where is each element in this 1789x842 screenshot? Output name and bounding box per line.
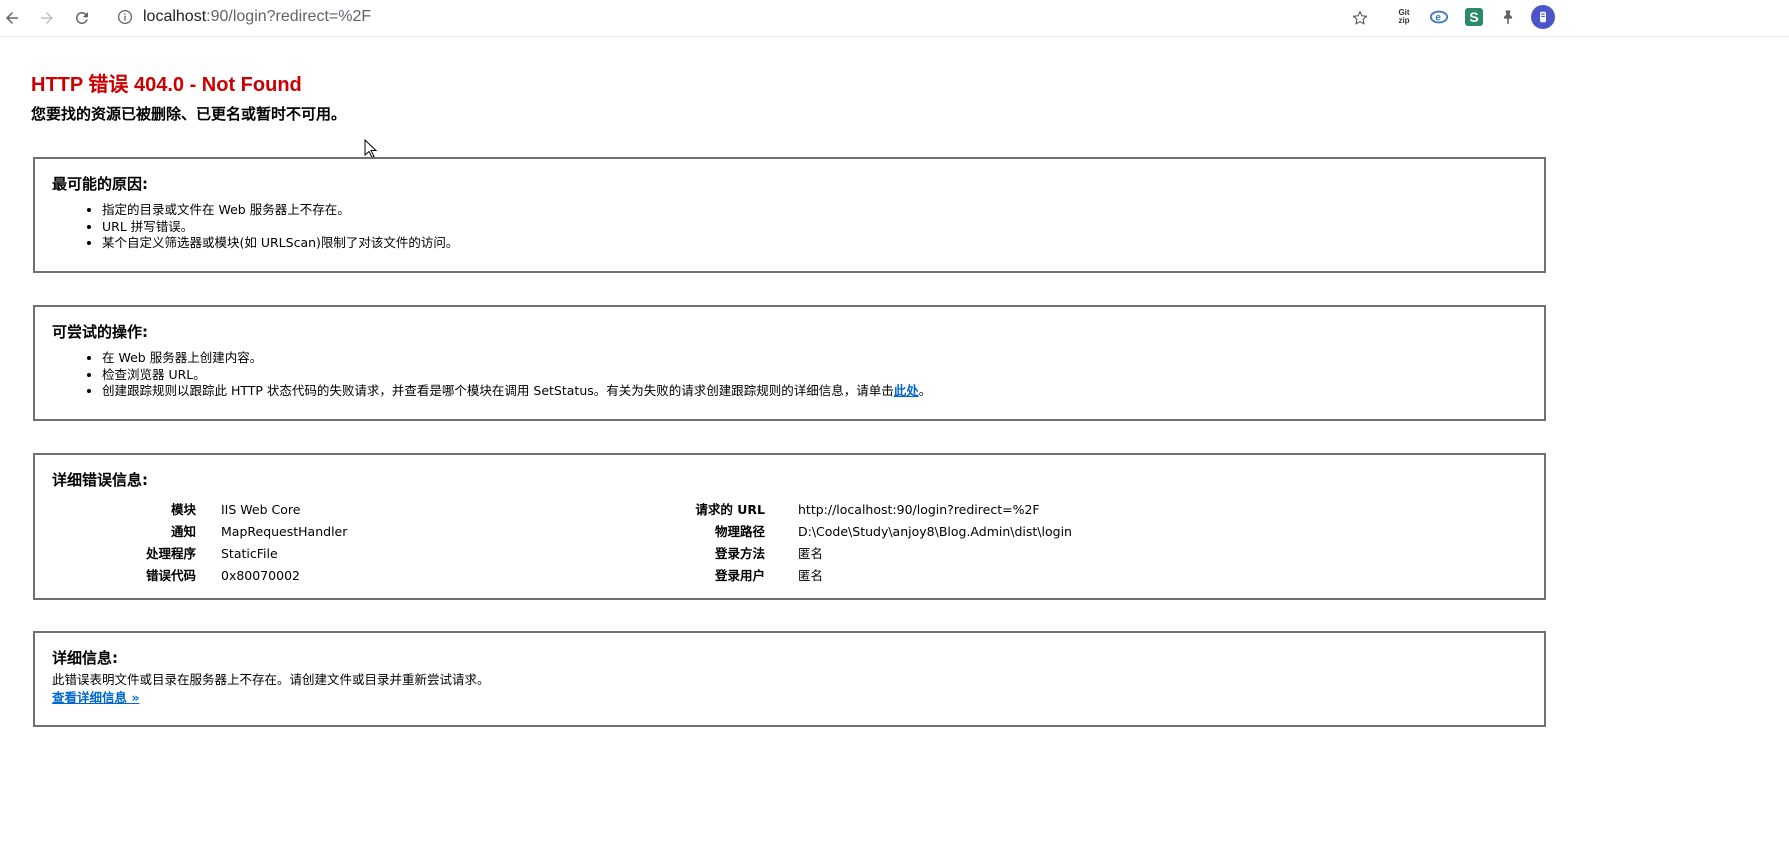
page-subtitle: 您要找的资源已被删除、已更名或暂时不可用。 [31, 105, 347, 123]
zip-label: zip [1398, 16, 1410, 25]
forward-arrow-icon[interactable] [35, 6, 59, 30]
detail-value: IIS Web Core [221, 502, 301, 517]
url-path: :90/login?redirect=%2F [206, 8, 372, 25]
detail-value: StaticFile [221, 546, 278, 561]
list-item: 某个自定义筛选器或模块(如 URLScan)限制了对该文件的访问。 [102, 235, 458, 252]
list-item: 在 Web 服务器上创建内容。 [102, 350, 931, 367]
trace-rule-text: 创建跟踪规则以跟踪此 HTTP 状态代码的失败请求，并查看是哪个模块在调用 Se… [102, 383, 894, 398]
detail-label: 登录方法 [714, 546, 765, 561]
s-extension-icon[interactable]: S [1465, 8, 1483, 26]
address-bar[interactable]: localhost:90/login?redirect=%2F [143, 6, 371, 28]
detail-value: http://localhost:90/login?redirect=%2F [798, 502, 1040, 517]
list-item: URL 拼写错误。 [102, 219, 458, 236]
detail-label: 通知 [170, 524, 196, 539]
view-more-link[interactable]: 查看详细信息 » [52, 687, 139, 706]
browser-toolbar: localhost:90/login?redirect=%2F Git zip … [0, 0, 1789, 37]
detail-label: 物理路径 [714, 524, 765, 539]
detail-value: 0x80070002 [221, 568, 300, 583]
avatar-icon[interactable] [1531, 5, 1555, 29]
reload-icon[interactable] [70, 6, 94, 30]
detail-label: 处理程序 [145, 546, 196, 561]
bookmark-star-icon[interactable] [1349, 7, 1371, 29]
detail-label: 请求的 URL [695, 502, 765, 517]
mouse-cursor-icon [364, 139, 378, 159]
back-arrow-icon[interactable] [0, 6, 24, 30]
here-link[interactable]: 此处 [894, 383, 919, 398]
svg-text:e: e [1435, 13, 1441, 24]
actions-section: 可尝试的操作: 在 Web 服务器上创建内容。 检查浏览器 URL。 创建跟踪规… [33, 305, 1546, 421]
ie-extension-icon[interactable]: e [1428, 6, 1450, 28]
detail-label: 登录用户 [714, 568, 765, 583]
more-info-text: 此错误表明文件或目录在服务器上不存在。请创建文件或目录并重新尝试请求。 [52, 672, 490, 687]
detail-label: 模块 [170, 502, 196, 517]
actions-heading: 可尝试的操作: [52, 323, 148, 341]
causes-heading: 最可能的原因: [52, 175, 148, 193]
git-zip-extension-icon[interactable]: Git zip [1393, 6, 1415, 28]
causes-section: 最可能的原因: 指定的目录或文件在 Web 服务器上不存在。 URL 拼写错误。… [33, 157, 1546, 273]
more-info-section: 详细信息: 此错误表明文件或目录在服务器上不存在。请创建文件或目录并重新尝试请求… [33, 631, 1546, 727]
list-item: 指定的目录或文件在 Web 服务器上不存在。 [102, 202, 458, 219]
more-info-heading: 详细信息: [52, 649, 118, 667]
list-item: 检查浏览器 URL。 [102, 367, 931, 384]
trace-rule-end: 。 [918, 383, 932, 398]
url-host: localhost [143, 8, 207, 25]
detail-value: 匿名 [798, 568, 824, 583]
table-row: 模块 IIS Web Core 请求的 URL http://localhost… [35, 499, 1544, 521]
info-icon[interactable] [116, 8, 134, 26]
detail-value: D:\Code\Study\anjoy8\Blog.Admin\dist\log… [798, 524, 1072, 539]
detailed-error-section: 详细错误信息: 模块 IIS Web Core 请求的 URL http://l… [33, 453, 1546, 600]
detail-label: 错误代码 [145, 568, 196, 583]
causes-list: 指定的目录或文件在 Web 服务器上不存在。 URL 拼写错误。 某个自定义筛选… [52, 202, 458, 252]
actions-list: 在 Web 服务器上创建内容。 检查浏览器 URL。 创建跟踪规则以跟踪此 HT… [52, 350, 931, 400]
page-title: HTTP 错误 404.0 - Not Found [31, 74, 302, 96]
detail-value: 匿名 [798, 546, 824, 561]
table-row: 处理程序 StaticFile 登录方法 匿名 [35, 543, 1544, 565]
detail-value: MapRequestHandler [221, 524, 348, 539]
table-row: 通知 MapRequestHandler 物理路径 D:\Code\Study\… [35, 521, 1544, 543]
detailed-error-heading: 详细错误信息: [52, 471, 148, 489]
table-row: 错误代码 0x80070002 登录用户 匿名 [35, 565, 1544, 587]
pin-extension-icon[interactable] [1497, 6, 1519, 28]
list-item: 创建跟踪规则以跟踪此 HTTP 状态代码的失败请求，并查看是哪个模块在调用 Se… [102, 383, 931, 400]
